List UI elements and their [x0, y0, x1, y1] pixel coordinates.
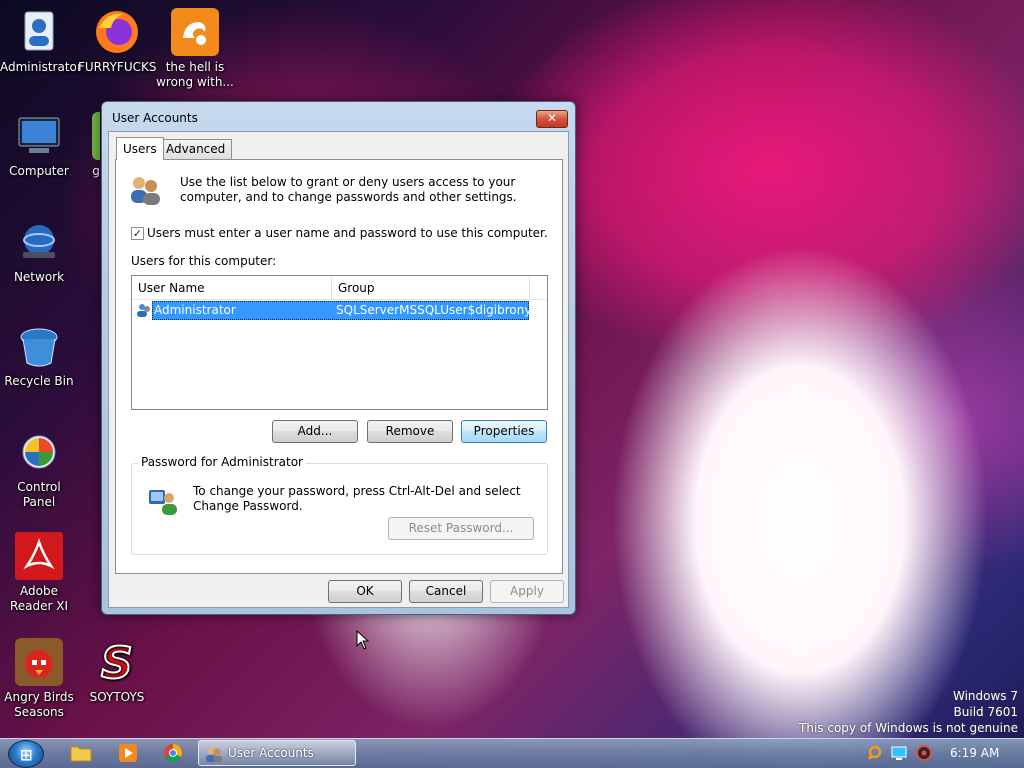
apply-button[interactable]: Apply: [490, 580, 564, 603]
angry-birds-icon: [15, 638, 63, 686]
folder-icon: [70, 746, 92, 762]
uc-browser-icon: [171, 8, 219, 56]
group-cell: SQLServerMSSQLUser$digibrony-...: [336, 303, 548, 317]
recycle-bin-icon: [15, 322, 63, 370]
dialog-client-area: Users Advanced Use the list below to gra…: [108, 131, 569, 608]
watermark-line-1: Windows 7: [952, 689, 1018, 703]
users-list[interactable]: User Name Group Administrator SQLServerM…: [131, 275, 548, 410]
desktop-icon-adobe-reader[interactable]: Adobe Reader XI: [0, 532, 78, 614]
users-tab-panel: Use the list below to grant or deny user…: [115, 159, 563, 574]
user-account-icon: [136, 302, 152, 318]
app-tray-icon[interactable]: [916, 745, 932, 761]
desktop-icon-network[interactable]: Network: [0, 218, 78, 285]
user-name-cell: Administrator: [154, 303, 236, 317]
password-group-title: Password for Administrator: [138, 455, 306, 469]
search-tray-icon[interactable]: [866, 745, 882, 761]
password-instructions: To change your password, press Ctrl-Alt-…: [193, 484, 521, 513]
desktop-icon-administrator[interactable]: Administrator: [0, 8, 82, 75]
network-globe-icon: [15, 218, 63, 266]
properties-button[interactable]: Properties: [461, 420, 547, 443]
password-groupbox: Password for Administrator To change you…: [131, 455, 548, 555]
media-player-icon: [119, 744, 137, 762]
desktop-icon-label: FURRYFUCKS: [78, 60, 157, 74]
require-login-checkbox[interactable]: ✓: [131, 227, 144, 240]
computer-icon: [15, 112, 63, 160]
reset-password-label: Reset Password...: [408, 521, 514, 535]
users-icon: [128, 174, 162, 206]
column-header-user-name[interactable]: User Name: [132, 276, 332, 300]
add-button[interactable]: Add...: [272, 420, 358, 443]
desktop-icon-firefox[interactable]: FURRYFUCKS: [78, 8, 156, 75]
require-login-label[interactable]: Users must enter a user name and passwor…: [147, 226, 548, 241]
windows-watermark: Windows 7 Build 7601 This copy of Window…: [788, 688, 1018, 736]
column-header-group[interactable]: Group: [332, 276, 530, 300]
adobe-reader-icon: [15, 532, 63, 580]
users-list-label: Users for this computer:: [131, 254, 277, 268]
user-accounts-dialog: User Accounts ✕ Users Advanced Use the l…: [101, 101, 576, 615]
windows-logo-icon: ⊞: [20, 746, 33, 764]
remove-button[interactable]: Remove: [367, 420, 453, 443]
user-folder-icon: [15, 8, 63, 56]
mouse-cursor-icon: [356, 629, 370, 650]
desktop-icon-control-panel[interactable]: Control Panel: [0, 428, 78, 510]
add-button-label: Add...: [297, 424, 333, 438]
cancel-button[interactable]: Cancel: [409, 580, 483, 603]
display-tray-icon[interactable]: [891, 745, 907, 761]
tab-users[interactable]: Users: [116, 137, 164, 160]
desktop-icon-label: Adobe Reader XI: [9, 584, 69, 613]
desktop-icon-label: Network: [13, 270, 65, 284]
desktop-icon-recycle-bin[interactable]: Recycle Bin: [0, 322, 78, 389]
window-title: User Accounts: [112, 111, 198, 125]
desktop-icon-uc-browser[interactable]: the hell is wrong with...: [156, 8, 234, 90]
reset-password-button[interactable]: Reset Password...: [388, 517, 534, 540]
watermark-line-3: This copy of Windows is not genuine: [799, 721, 1018, 735]
desktop-icon-label: Computer: [9, 164, 69, 178]
app-icon: [92, 112, 100, 160]
taskbar-clock[interactable]: 6:19 AM: [950, 746, 999, 760]
remove-button-label: Remove: [385, 424, 435, 438]
cancel-button-label: Cancel: [425, 584, 467, 598]
taskbar-explorer[interactable]: [66, 741, 96, 765]
close-button[interactable]: ✕: [536, 110, 568, 128]
tab-advanced[interactable]: Advanced: [159, 139, 233, 159]
desktop-icon-label: SOYTOYS: [89, 690, 145, 704]
users-list-header: User Name Group: [132, 276, 547, 300]
desktop-icon-label: g: [92, 164, 100, 178]
table-row[interactable]: Administrator SQLServerMSSQLUser$digibro…: [136, 301, 547, 320]
desktop-icon-angry-birds[interactable]: Angry Birds Seasons: [0, 638, 78, 720]
desktop-icon-label: Angry Birds Seasons: [4, 690, 74, 719]
ok-button[interactable]: OK: [328, 580, 402, 603]
desktop-icon-label: Administrator: [0, 60, 82, 74]
user-accounts-task-icon: [205, 745, 223, 763]
firefox-icon: [93, 8, 141, 56]
taskbar-chrome[interactable]: [158, 741, 188, 765]
taskbar-media-player[interactable]: [113, 741, 143, 765]
apply-button-label: Apply: [510, 584, 544, 598]
taskbar-task-user-accounts[interactable]: User Accounts: [198, 740, 356, 766]
desktop-icon-g[interactable]: g: [80, 112, 100, 179]
soytoys-icon: S: [93, 638, 141, 686]
desktop-icon-label: Control Panel: [17, 480, 61, 509]
svg-text:S: S: [101, 638, 133, 686]
start-button[interactable]: ⊞: [8, 740, 44, 768]
properties-button-label: Properties: [473, 424, 535, 438]
intro-text: Use the list below to grant or deny user…: [180, 175, 517, 204]
ok-button-label: OK: [356, 584, 374, 598]
desktop-icon-soytoys[interactable]: S SOYTOYS: [78, 638, 156, 705]
user-password-icon: [147, 484, 179, 516]
watermark-line-2: Build 7601: [953, 705, 1018, 719]
control-panel-icon: [15, 428, 63, 476]
desktop-icon-label: the hell is wrong with...: [156, 60, 234, 89]
taskbar-task-label: User Accounts: [228, 746, 314, 760]
desktop-icon-computer[interactable]: Computer: [0, 112, 78, 179]
desktop-icon-label: Recycle Bin: [4, 374, 74, 388]
chrome-icon: [164, 744, 182, 762]
